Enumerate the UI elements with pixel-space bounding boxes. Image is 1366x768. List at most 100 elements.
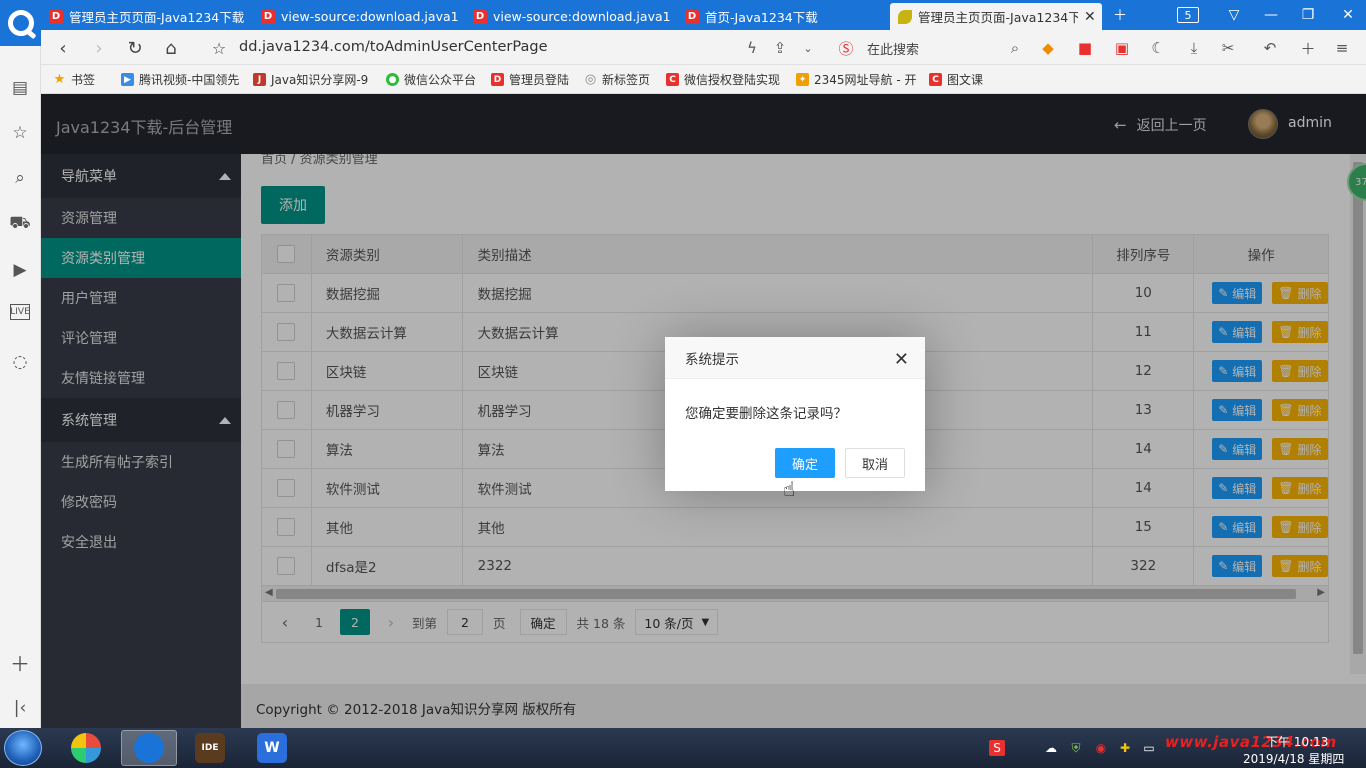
browser-tab-2[interactable]: D view-source:download.java1 xyxy=(253,3,458,30)
tab-label: 管理员主页页面-Java1234下载 xyxy=(69,10,245,25)
chat-icon[interactable]: ◌ xyxy=(8,350,32,374)
cart-icon[interactable]: ⛟ xyxy=(8,212,32,236)
tab-label: 管理员主页页面-Java1234下载 xyxy=(918,10,1078,25)
c-logo-icon: C xyxy=(666,73,679,86)
search-input[interactable]: 在此搜索 xyxy=(867,39,919,58)
confirm-button[interactable]: 确定 xyxy=(775,448,835,478)
home-icon[interactable]: ⌂ xyxy=(159,36,183,60)
game-icon[interactable]: ◆ xyxy=(1037,37,1059,59)
collapse-icon[interactable]: |‹ xyxy=(8,696,32,720)
forward-icon[interactable]: › xyxy=(87,36,111,60)
globe-icon: ◎ xyxy=(584,72,597,87)
search-icon[interactable]: ⌕ xyxy=(8,166,32,190)
bookmarks-bar: ★ 书签 ▶ 腾讯视频-中国领先 J Java知识分享网-9 ● 微信公众平台 D 管理员… xyxy=(41,65,1366,94)
tray-security-icon[interactable]: ◉ xyxy=(1093,740,1109,756)
search-icon[interactable]: ⌕ xyxy=(1004,37,1026,59)
nav-2345-icon: ✦ xyxy=(796,73,809,86)
add-icon[interactable]: ＋ xyxy=(8,650,32,676)
bookmark-item[interactable]: ✦ 2345网址导航 - 开 xyxy=(796,71,917,88)
tab-count-badge[interactable]: 5 xyxy=(1177,7,1199,23)
clock-time[interactable]: 下午 10:13 xyxy=(1266,733,1328,750)
browser-tab-5-active[interactable]: 管理员主页页面-Java1234下载 ✕ xyxy=(890,3,1102,30)
bookmark-item[interactable]: ● 微信公众平台 xyxy=(386,71,476,88)
browser-side-rail: ▤ ☆ ⌕ ⛟ ▶ LIVE ◌ ＋ |‹ xyxy=(0,46,41,728)
start-button[interactable] xyxy=(4,730,42,766)
taskbar-app-ide[interactable]: IDE xyxy=(182,730,238,766)
bookmark-item[interactable]: ★ 书签 xyxy=(53,71,95,88)
confirm-dialog: 系统提示 ✕ 您确定要删除这条记录吗？ 确定 取消 xyxy=(665,337,925,491)
taskbar-app-pinwheel[interactable] xyxy=(58,730,114,766)
search-engine-icon[interactable]: Ⓢ xyxy=(835,37,857,59)
tray-shield-icon[interactable]: ⛨ xyxy=(1068,740,1084,756)
lightning-icon[interactable]: ϟ xyxy=(741,37,763,59)
add-icon[interactable]: ＋ xyxy=(1297,37,1319,59)
reload-icon[interactable]: ↻ xyxy=(123,36,147,60)
dialog-title: 系统提示 xyxy=(685,351,739,368)
extension-icon[interactable]: ■ xyxy=(1074,37,1096,59)
cancel-button[interactable]: 取消 xyxy=(845,448,905,478)
wps-icon: W xyxy=(257,733,287,763)
share-icon[interactable]: ⇪ xyxy=(769,37,791,59)
tab-favicon-icon: D xyxy=(473,9,487,24)
taskbar-app-browser[interactable] xyxy=(121,730,177,766)
back-icon[interactable]: ‹ xyxy=(51,36,75,60)
pinwheel-icon xyxy=(71,733,101,763)
favorites-icon[interactable]: ▽ xyxy=(1219,0,1249,30)
windows-taskbar: IDE W S ☁ ⛨ ◉ ✚ ▭ www.java1234.com 下午 10… xyxy=(0,728,1366,768)
video-icon: ▶ xyxy=(121,73,134,86)
scissors-icon[interactable]: ✂ xyxy=(1217,37,1239,59)
coupon-icon[interactable]: ▣ xyxy=(1111,37,1133,59)
hand-cursor-icon: ☝ xyxy=(783,477,796,501)
menu-icon[interactable]: ≡ xyxy=(1331,37,1353,59)
chevron-down-icon[interactable]: ⌄ xyxy=(797,37,819,59)
close-window-icon[interactable]: ✕ xyxy=(1333,0,1363,30)
url-field[interactable]: dd.java1234.com/toAdminUserCenterPage xyxy=(239,39,548,55)
close-tab-icon[interactable]: ✕ xyxy=(1084,9,1096,25)
java-icon: J xyxy=(253,73,266,86)
minimize-icon[interactable]: — xyxy=(1256,0,1286,30)
tab-favicon-icon: D xyxy=(685,9,699,24)
tray-cloud-icon[interactable]: ☁ xyxy=(1043,740,1059,756)
tray-network-icon[interactable]: ▭ xyxy=(1141,740,1157,756)
tray-s-icon[interactable]: S xyxy=(989,740,1005,756)
tab-favicon-icon: D xyxy=(261,9,275,24)
tab-favicon-icon: D xyxy=(49,9,63,24)
bookmark-item[interactable]: ▶ 腾讯视频-中国领先 xyxy=(121,71,239,88)
address-bar: ‹ › ↻ ⌂ ☆ dd.java1234.com/toAdminUserCen… xyxy=(41,30,1366,65)
tab-label: view-source:download.java1 xyxy=(493,9,670,24)
download-icon[interactable]: ⤓ xyxy=(1183,37,1205,59)
bookmark-star-icon[interactable]: ☆ xyxy=(207,36,231,60)
d-logo-icon: D xyxy=(491,73,504,86)
restore-icon[interactable]: ❐ xyxy=(1293,0,1323,30)
clock-date[interactable]: 2019/4/18 星期四 xyxy=(1243,750,1344,767)
undo-icon[interactable]: ↶ xyxy=(1259,37,1281,59)
bookmark-item[interactable]: C 图文课 xyxy=(929,71,983,88)
new-tab-icon[interactable]: ＋ xyxy=(1105,0,1135,30)
browser-tab-1[interactable]: D 管理员主页页面-Java1234下载 xyxy=(41,3,246,30)
video-icon[interactable]: ▶ xyxy=(8,258,32,282)
dialog-message: 您确定要删除这条记录吗？ xyxy=(685,406,847,422)
dialog-title-bar: 系统提示 ✕ xyxy=(665,337,925,379)
c-logo-icon: C xyxy=(929,73,942,86)
bookmark-item[interactable]: ◎ 新标签页 xyxy=(584,71,650,88)
wechat-icon: ● xyxy=(386,73,399,86)
tray-plus-icon[interactable]: ✚ xyxy=(1117,740,1133,756)
browser-logo-icon[interactable] xyxy=(0,0,41,46)
bookmark-item[interactable]: C 微信授权登陆实现 xyxy=(666,71,780,88)
taskbar-app-wps[interactable]: W xyxy=(244,730,300,766)
tab-label: 首页-Java1234下载 xyxy=(705,10,818,25)
java-ee-ide-icon: IDE xyxy=(195,733,225,763)
browser-icon xyxy=(134,733,164,763)
live-icon[interactable]: LIVE xyxy=(10,304,30,320)
browser-tab-3[interactable]: D view-source:download.java1 xyxy=(465,3,670,30)
bookmark-item[interactable]: J Java知识分享网-9 xyxy=(253,71,368,88)
close-icon[interactable]: ✕ xyxy=(894,349,909,370)
leaf-favicon-icon xyxy=(898,9,912,24)
night-mode-icon[interactable]: ☾ xyxy=(1147,37,1169,59)
bookmark-item[interactable]: D 管理员登陆 xyxy=(491,71,569,88)
notes-icon[interactable]: ▤ xyxy=(8,76,32,100)
star-icon[interactable]: ☆ xyxy=(8,121,32,145)
star-icon: ★ xyxy=(53,72,66,87)
browser-tab-bar: D 管理员主页页面-Java1234下载 D view-source:downl… xyxy=(0,0,1366,30)
browser-tab-4[interactable]: D 首页-Java1234下载 xyxy=(677,3,882,30)
